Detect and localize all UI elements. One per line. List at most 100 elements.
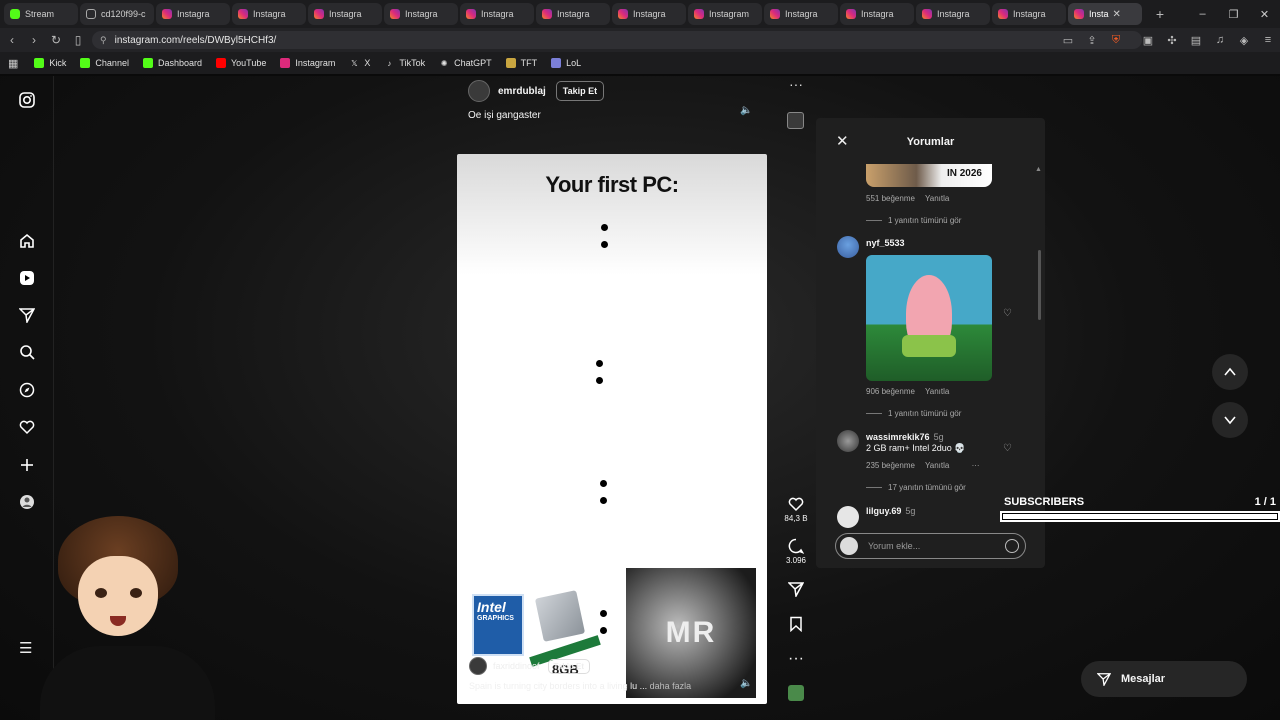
reel-author-avatar[interactable] <box>468 80 490 102</box>
browser-tab[interactable]: Instagra <box>232 3 306 25</box>
maximize-button[interactable]: ❐ <box>1218 8 1249 21</box>
comment-username[interactable]: nyf_5533 <box>866 238 905 248</box>
reel-author-username[interactable]: emrdublaj <box>498 86 546 97</box>
more-options-icon[interactable]: ··· <box>789 76 803 92</box>
browser-tab[interactable]: Instagra <box>764 3 838 25</box>
bookmark-item[interactable]: LoL <box>551 58 581 68</box>
bookmark-item[interactable]: Dashboard <box>142 58 202 68</box>
comment-avatar[interactable] <box>837 430 859 452</box>
like-action[interactable]: 84,3 B <box>780 496 812 523</box>
browser-tab[interactable]: Instagra <box>536 3 610 25</box>
bookmark-item[interactable]: Kick <box>34 58 66 68</box>
comment-username[interactable]: lilguy.69 5g <box>866 506 915 516</box>
menu-icon[interactable]: ≡ <box>1256 34 1280 46</box>
music-icon[interactable]: ♫ <box>1208 34 1232 46</box>
comment-like-heart-icon[interactable]: ♡ <box>1003 308 1012 319</box>
browser-tab[interactable]: Instagram <box>688 3 762 25</box>
minimize-button[interactable]: – <box>1187 8 1218 20</box>
view-replies[interactable]: 17 yanıtın tümünü gör <box>866 483 966 492</box>
send-icon[interactable] <box>17 305 37 325</box>
cast-icon[interactable]: ▭ <box>1056 34 1080 47</box>
reply-button[interactable]: Yanıtla <box>925 461 949 470</box>
reel-video[interactable]: Your first PC: Intel GRAPHICS 8GB MR fax… <box>457 154 767 704</box>
notifications-heart-icon[interactable] <box>17 417 37 437</box>
close-window-button[interactable]: ✕ <box>1249 8 1280 21</box>
comment-action[interactable]: 3.096 <box>780 538 812 565</box>
view-replies[interactable]: 1 yanıtın tümünü gör <box>866 409 961 418</box>
scroll-up-arrow-icon[interactable]: ▲ <box>1035 166 1042 173</box>
browser-tab[interactable]: Instagra <box>992 3 1066 25</box>
emoji-icon[interactable] <box>1005 539 1019 553</box>
new-tab-button[interactable]: + <box>1150 4 1170 24</box>
site-info-icon[interactable]: ⚲ <box>100 35 107 46</box>
more-options-bottom-icon[interactable]: ··· <box>780 650 812 668</box>
view-replies-text[interactable]: 1 yanıtın tümünü gör <box>888 216 961 225</box>
browser-tab[interactable]: Insta ✕ <box>1068 3 1142 25</box>
bookmark-item[interactable]: 𝕏X <box>349 58 370 68</box>
volume-icon[interactable]: 🔈 <box>740 105 752 116</box>
browser-tab[interactable]: Instagra <box>308 3 382 25</box>
follow-button[interactable]: Takip Et <box>555 81 605 101</box>
bookmark-button[interactable]: ▯ <box>68 33 88 47</box>
comment-username-text[interactable]: wassimrekik76 <box>866 432 930 442</box>
audio-avatar-icon[interactable] <box>780 685 812 701</box>
apps-icon[interactable]: ▦ <box>8 57 18 70</box>
reply-button[interactable]: Yanıtla <box>925 387 949 396</box>
vpn-icon[interactable]: ◈ <box>1232 34 1256 47</box>
sidebar-icon[interactable]: ▤ <box>1184 34 1208 47</box>
browser-tab[interactable]: Instagra <box>916 3 990 25</box>
view-replies-text[interactable]: 1 yanıtın tümünü gör <box>888 409 961 418</box>
view-replies[interactable]: 1 yanıtın tümünü gör <box>866 216 961 225</box>
comment-username-text[interactable]: lilguy.69 <box>866 506 901 516</box>
comment-username-text[interactable]: nyf_5533 <box>866 238 905 248</box>
wallet-icon[interactable]: ▣ <box>1136 34 1160 47</box>
browser-tab[interactable]: Instagra <box>840 3 914 25</box>
more-link[interactable]: daha fazla <box>650 681 692 691</box>
browser-tab[interactable]: Stream <box>4 3 78 25</box>
bookmark-item[interactable]: Channel <box>80 58 129 68</box>
inner-volume-icon[interactable]: 🔈 <box>740 678 752 689</box>
browser-tab[interactable]: Instagra <box>384 3 458 25</box>
comment-avatar[interactable] <box>837 236 859 258</box>
patrick-star-gif[interactable] <box>866 255 992 381</box>
comment-input-box[interactable] <box>835 533 1026 559</box>
home-icon[interactable] <box>17 231 37 251</box>
comment-image-top[interactable]: IN 2026 <box>866 164 992 187</box>
share-icon[interactable]: ⇪ <box>1080 34 1104 47</box>
inner-follow-button[interactable]: Takip Et <box>547 658 591 674</box>
next-reel-button[interactable] <box>1212 402 1248 438</box>
previous-reel-button[interactable] <box>1212 354 1248 390</box>
forward-button[interactable]: › <box>24 33 44 47</box>
inner-user-avatar[interactable] <box>469 657 487 675</box>
save-bookmark-icon[interactable] <box>780 616 812 632</box>
comment-username[interactable]: wassimrekik76 5g <box>866 432 944 442</box>
bookmark-item[interactable]: ✺ ChatGPT <box>439 58 492 68</box>
comment-input[interactable] <box>868 541 998 551</box>
comments-scrollbar[interactable] <box>1038 250 1041 320</box>
browser-tab[interactable]: Instagra <box>612 3 686 25</box>
comment-more-icon[interactable]: ··· <box>972 461 980 470</box>
bookmark-item[interactable]: TFT <box>505 58 537 68</box>
tab-close-icon[interactable]: ✕ <box>1113 9 1121 20</box>
search-icon[interactable] <box>17 342 37 362</box>
shield-icon[interactable]: ⛨ <box>1104 34 1128 47</box>
instagram-logo-icon[interactable] <box>17 90 37 110</box>
bookmark-item[interactable]: YouTube <box>215 58 266 68</box>
inner-username[interactable]: faxriddinoof <box>493 661 540 671</box>
reload-button[interactable]: ↻ <box>46 33 66 47</box>
browser-tab[interactable]: cd120f99-c <box>80 3 154 25</box>
more-menu-icon[interactable]: ☰ <box>19 639 32 657</box>
messages-button[interactable]: Mesajlar <box>1081 661 1247 697</box>
extensions-icon[interactable]: ✣ <box>1160 34 1184 47</box>
back-button[interactable]: ‹ <box>2 33 22 47</box>
view-replies-text[interactable]: 17 yanıtın tümünü gör <box>888 483 966 492</box>
bookmark-item[interactable]: Instagram <box>280 58 335 68</box>
audio-thumbnail[interactable] <box>787 112 804 129</box>
reels-icon[interactable] <box>17 268 37 288</box>
explore-icon[interactable] <box>17 380 37 400</box>
share-send-icon[interactable] <box>780 581 812 597</box>
profile-avatar-icon[interactable] <box>17 492 37 512</box>
create-plus-icon[interactable] <box>17 455 37 475</box>
reply-button[interactable]: Yanıtla <box>925 194 949 203</box>
comment-like-heart-icon[interactable]: ♡ <box>1003 443 1012 454</box>
